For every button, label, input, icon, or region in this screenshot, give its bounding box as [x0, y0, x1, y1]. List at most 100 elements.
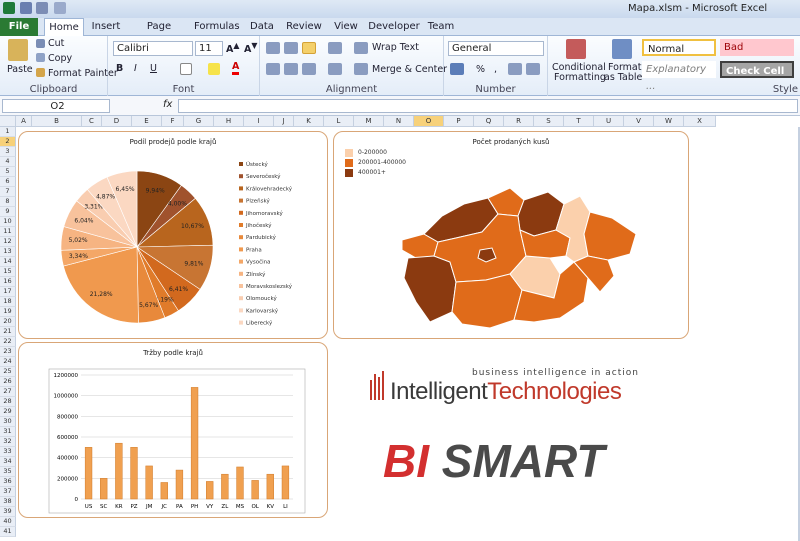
decrease-decimal-icon[interactable]: [526, 63, 540, 75]
column-header-l[interactable]: L: [324, 116, 354, 127]
row-header-5[interactable]: 5: [0, 167, 16, 177]
row-header-13[interactable]: 13: [0, 247, 16, 257]
column-header-b[interactable]: B: [32, 116, 82, 127]
font-size-select[interactable]: 11: [195, 41, 223, 56]
column-header-s[interactable]: S: [534, 116, 564, 127]
row-header-20[interactable]: 20: [0, 317, 16, 327]
row-header-10[interactable]: 10: [0, 217, 16, 227]
column-header-e[interactable]: E: [132, 116, 162, 127]
tab-page-layout[interactable]: Page Layout: [130, 18, 188, 50]
tab-team[interactable]: Team: [426, 18, 456, 36]
column-header-d[interactable]: D: [102, 116, 132, 127]
tab-formulas[interactable]: Formulas: [194, 18, 240, 36]
row-header-26[interactable]: 26: [0, 377, 16, 387]
column-header-h[interactable]: H: [214, 116, 244, 127]
tab-view[interactable]: View: [330, 18, 362, 36]
percent-icon[interactable]: %: [476, 64, 485, 75]
number-format-select[interactable]: General: [448, 41, 544, 56]
style-explanatory[interactable]: Explanatory ...: [642, 61, 716, 92]
row-header-23[interactable]: 23: [0, 347, 16, 357]
row-header-33[interactable]: 33: [0, 447, 16, 457]
column-header-g[interactable]: G: [184, 116, 214, 127]
increase-decimal-icon[interactable]: [508, 63, 522, 75]
borders-icon[interactable]: [180, 63, 192, 75]
column-header-f[interactable]: F: [162, 116, 184, 127]
style-check-cell[interactable]: Check Cell: [720, 61, 794, 78]
column-header-i[interactable]: I: [244, 116, 274, 127]
row-header-8[interactable]: 8: [0, 197, 16, 207]
indent-icon[interactable]: [328, 63, 342, 75]
decrease-font-icon[interactable]: A▼: [244, 41, 257, 55]
undo-icon[interactable]: [36, 2, 48, 14]
row-header-32[interactable]: 32: [0, 437, 16, 447]
column-header-q[interactable]: Q: [474, 116, 504, 127]
row-header-11[interactable]: 11: [0, 227, 16, 237]
column-header-w[interactable]: W: [654, 116, 684, 127]
row-header-1[interactable]: 1: [0, 127, 16, 137]
row-header-21[interactable]: 21: [0, 327, 16, 337]
row-header-39[interactable]: 39: [0, 507, 16, 517]
row-header-19[interactable]: 19: [0, 307, 16, 317]
font-name-select[interactable]: Calibri: [113, 41, 193, 56]
tab-developer[interactable]: Developer: [368, 18, 420, 36]
column-header-a[interactable]: A: [16, 116, 32, 127]
column-header-j[interactable]: J: [274, 116, 294, 127]
worksheet[interactable]: ABCDEFGHIJKLMNOPQRSTUVWX 1 2 3 4 5 6 7 8 9 10 11 12…: [0, 116, 800, 541]
align-left-icon[interactable]: [266, 63, 280, 75]
align-middle-icon[interactable]: [284, 42, 298, 54]
fx-icon[interactable]: fx: [163, 99, 172, 110]
column-header-m[interactable]: M: [354, 116, 384, 127]
tab-file[interactable]: File: [0, 18, 38, 36]
column-header-p[interactable]: P: [444, 116, 474, 127]
column-header-k[interactable]: K: [294, 116, 324, 127]
save-icon[interactable]: [20, 2, 32, 14]
row-header-41[interactable]: 41: [0, 527, 16, 537]
paste-icon[interactable]: [8, 39, 28, 61]
align-right-icon[interactable]: [302, 63, 316, 75]
fill-color-icon[interactable]: [208, 63, 220, 75]
bold-icon[interactable]: B: [116, 63, 123, 74]
row-header-2[interactable]: 2: [0, 137, 16, 147]
row-header-15[interactable]: 15: [0, 267, 16, 277]
column-header-t[interactable]: T: [564, 116, 594, 127]
row-header-38[interactable]: 38: [0, 497, 16, 507]
increase-font-icon[interactable]: A▲: [226, 41, 239, 55]
paste-button[interactable]: Paste: [7, 64, 33, 75]
row-header-29[interactable]: 29: [0, 407, 16, 417]
formula-input[interactable]: [178, 99, 798, 113]
column-header-c[interactable]: C: [82, 116, 102, 127]
comma-icon[interactable]: ,: [494, 64, 497, 75]
column-header-n[interactable]: N: [384, 116, 414, 127]
row-header-36[interactable]: 36: [0, 477, 16, 487]
row-header-14[interactable]: 14: [0, 257, 16, 267]
orientation-icon[interactable]: [328, 42, 342, 54]
cut-button[interactable]: Cut: [48, 38, 64, 49]
row-header-35[interactable]: 35: [0, 467, 16, 477]
style-normal[interactable]: Normal: [642, 39, 716, 56]
row-header-40[interactable]: 40: [0, 517, 16, 527]
row-header-18[interactable]: 18: [0, 297, 16, 307]
name-box[interactable]: O2: [2, 99, 110, 113]
row-header-31[interactable]: 31: [0, 427, 16, 437]
font-color-icon[interactable]: A: [232, 61, 240, 75]
style-bad[interactable]: Bad: [720, 39, 794, 56]
underline-icon[interactable]: U: [150, 63, 157, 74]
copy-button[interactable]: Copy: [48, 53, 72, 64]
tab-review[interactable]: Review: [284, 18, 324, 36]
align-top-icon[interactable]: [266, 42, 280, 54]
pie-chart[interactable]: Podíl prodejů podle krajů 9,94% 4,00% 10,6…: [18, 131, 328, 339]
column-header-o[interactable]: O: [414, 116, 444, 127]
row-header-22[interactable]: 22: [0, 337, 16, 347]
column-header-u[interactable]: U: [594, 116, 624, 127]
align-center-icon[interactable]: [284, 63, 298, 75]
map-chart[interactable]: Počet prodaných kusů 0-200000 200001-400…: [333, 131, 689, 339]
tab-home[interactable]: Home: [44, 18, 84, 37]
redo-icon[interactable]: [54, 2, 66, 14]
align-bottom-icon[interactable]: [302, 42, 316, 54]
row-header-27[interactable]: 27: [0, 387, 16, 397]
italic-icon[interactable]: I: [134, 63, 137, 74]
row-header-17[interactable]: 17: [0, 287, 16, 297]
row-header-24[interactable]: 24: [0, 357, 16, 367]
row-header-9[interactable]: 9: [0, 207, 16, 217]
row-header-4[interactable]: 4: [0, 157, 16, 167]
